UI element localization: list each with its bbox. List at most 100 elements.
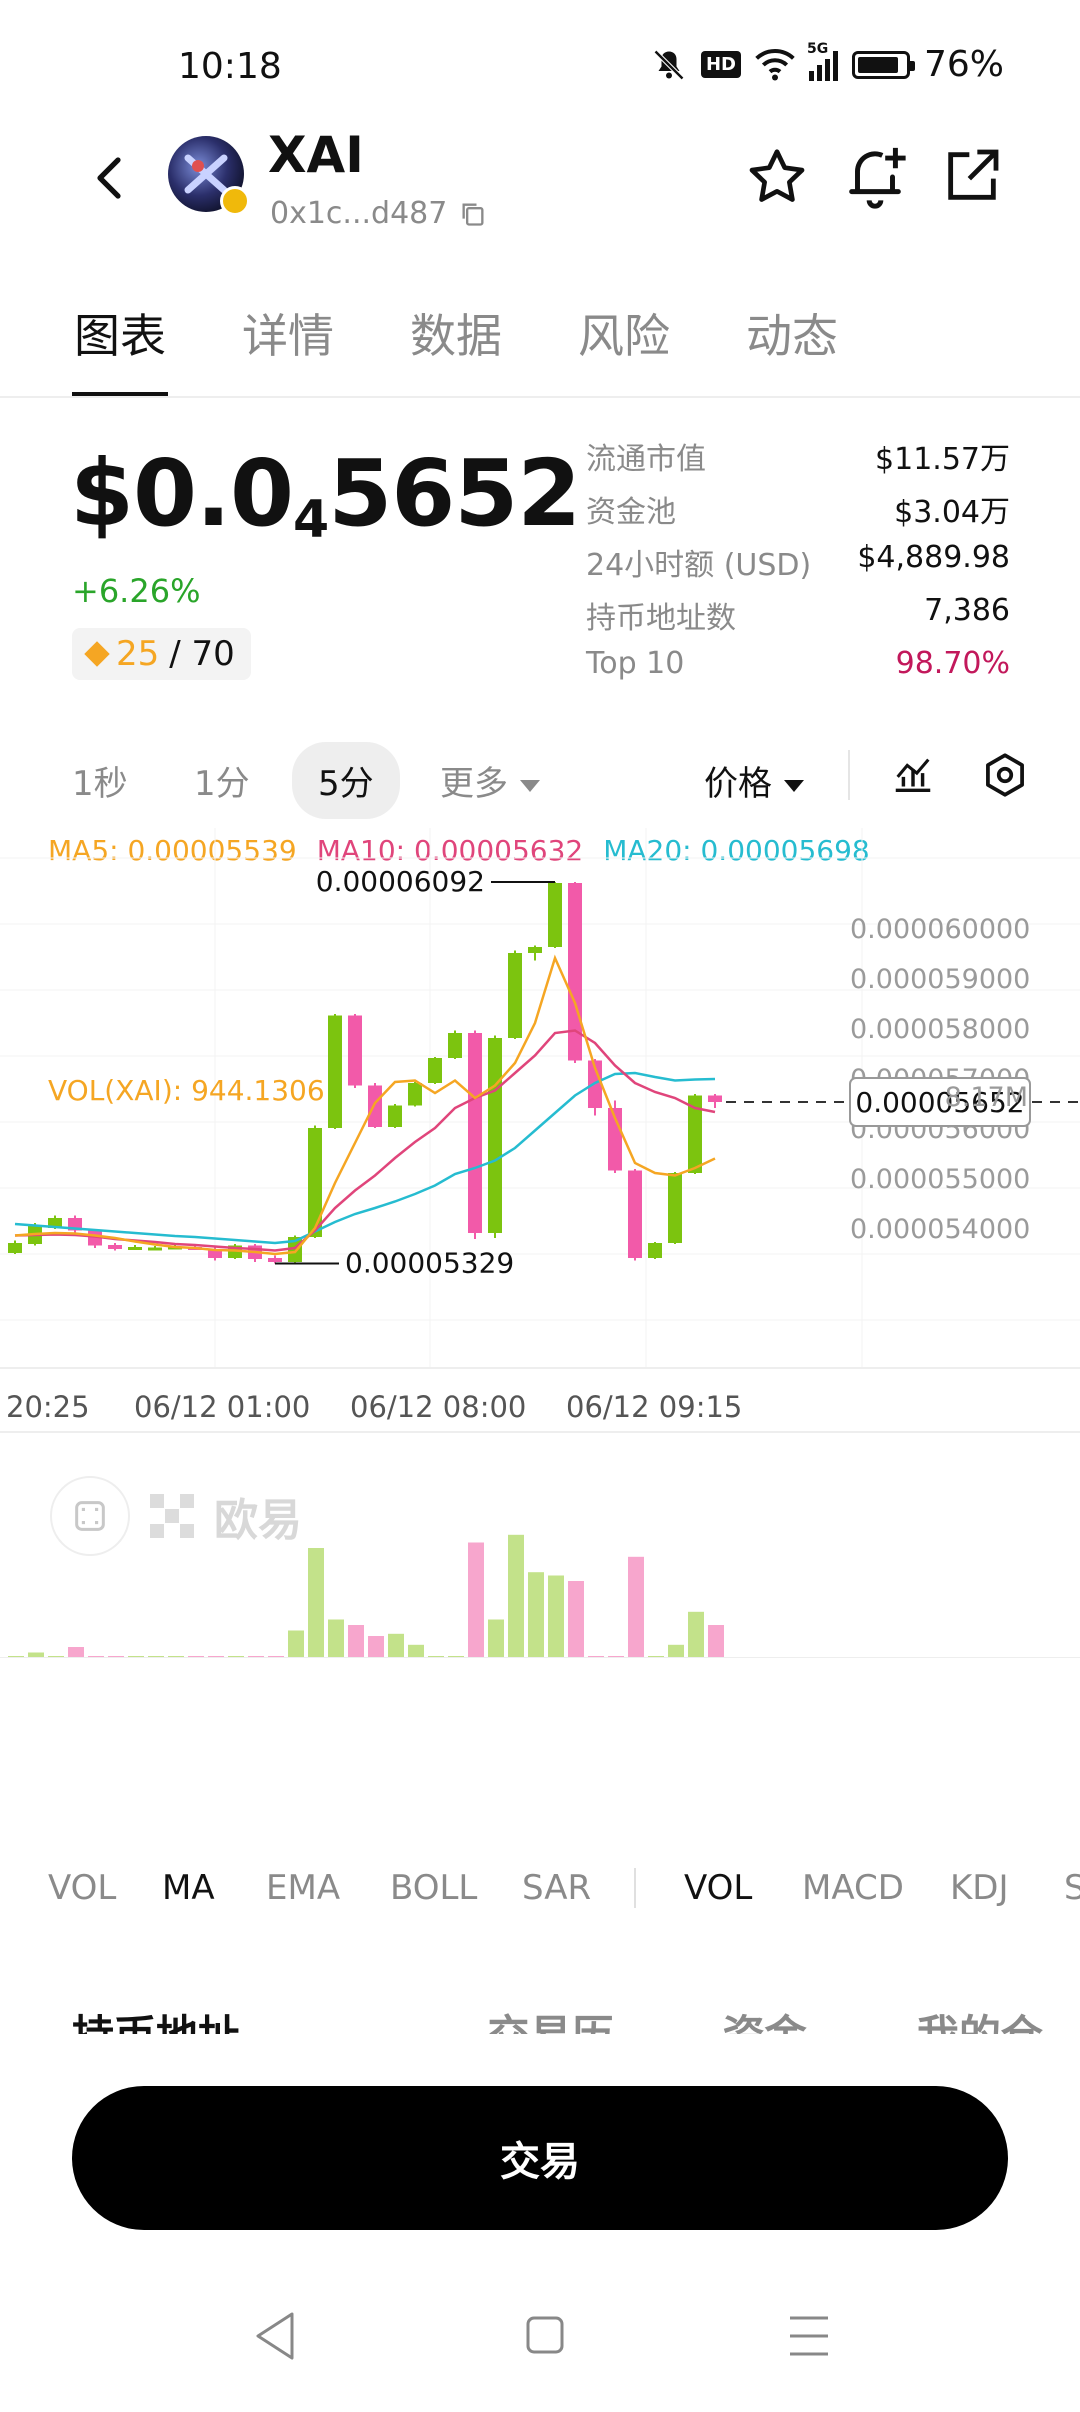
stat-label: 持币地址数 <box>586 601 736 636</box>
score-diamond-icon <box>84 641 110 667</box>
volume-bar <box>708 1625 724 1658</box>
volume-bar <box>548 1575 564 1658</box>
x-tick-label: 06/12 08:00 <box>350 1390 526 1424</box>
indicator-kdj[interactable]: KDJ <box>950 1868 1009 1908</box>
indicator-boll[interactable]: BOLL <box>390 1868 477 1908</box>
candle-body <box>508 953 522 1038</box>
system-nav-bar <box>256 2312 828 2360</box>
signal-icon: 5G <box>807 41 838 81</box>
bell-plus-icon[interactable] <box>840 142 910 212</box>
settings-hexagon-icon[interactable] <box>980 750 1030 800</box>
price-select[interactable]: 价格 <box>704 756 804 805</box>
fullscreen-button[interactable] <box>50 1476 130 1556</box>
candle-body <box>628 1170 642 1258</box>
watermark-text: 欧易 <box>214 1495 302 1546</box>
interval-more[interactable]: 更多 <box>440 756 540 805</box>
star-icon[interactable] <box>744 144 810 210</box>
indicator-ema[interactable]: EMA <box>266 1868 340 1908</box>
watermark: 欧易 <box>50 1476 302 1556</box>
vol-label: VOL(XAI): 944.1306 <box>48 1074 325 1107</box>
tab-risk[interactable]: 风险 <box>578 300 746 366</box>
candle-body <box>668 1173 682 1243</box>
stat-row: 持币地址数 7,386 <box>586 593 1010 646</box>
volume-bar <box>508 1534 524 1658</box>
nav-home-icon[interactable] <box>526 2316 564 2354</box>
tab-activity[interactable]: 动态 <box>746 300 914 366</box>
indicator-divider <box>634 1868 636 1908</box>
battery-percent: 76% <box>923 44 1004 85</box>
price-zero-count: 4 <box>293 490 329 550</box>
interval-1s[interactable]: 1秒 <box>72 756 128 805</box>
tab-liquidity-pool[interactable]: 资金池 <box>723 2006 845 2034</box>
low-price-label: 0.00005329 <box>345 1247 514 1280</box>
mute-bell-icon <box>653 49 685 80</box>
price-change: +6.26% <box>72 572 201 610</box>
tab-trade-history[interactable]: 交易历史 <box>488 2006 651 2034</box>
interval-1m[interactable]: 1分 <box>194 756 250 805</box>
candle-body <box>328 1015 342 1128</box>
candle-body <box>368 1085 382 1127</box>
indicator-more[interactable]: S <box>1064 1868 1080 1908</box>
copy-icon[interactable] <box>459 200 487 228</box>
coin-address[interactable]: 0x1c...d487 <box>270 196 487 231</box>
share-icon[interactable] <box>940 144 1004 208</box>
indicator-vol[interactable]: VOL <box>48 1868 116 1908</box>
tab-details[interactable]: 详情 <box>242 300 410 366</box>
volume-bar <box>668 1644 684 1658</box>
candle-body <box>308 1128 322 1237</box>
stats-panel: 流通市值 $11.57万 资金池 $3.04万 24小时额 (USD) $4,889.… <box>586 434 1010 699</box>
y-tick-label: 0.000054000 <box>850 1214 1030 1245</box>
score-value: 25 <box>116 634 160 674</box>
price-select-label: 价格 <box>704 764 772 804</box>
more-label: 更多 <box>440 764 508 804</box>
bottom-tabs: 持币地址 (7,386) 交易历史 资金池 我的仓位 <box>72 2006 1080 2034</box>
current-price: $0.045652 <box>70 440 581 550</box>
stat-row: 24小时额 (USD) $4,889.98 <box>586 540 1010 593</box>
tab-data[interactable]: 数据 <box>410 300 578 366</box>
candle-body <box>208 1250 222 1258</box>
volume-bar <box>388 1633 404 1658</box>
x-tick-label: 06/12 09:15 <box>566 1390 742 1424</box>
indicator-sar[interactable]: SAR <box>522 1868 591 1908</box>
volume-bar <box>688 1611 704 1658</box>
tab-holders[interactable]: 持币地址 (7,386) <box>72 2006 416 2034</box>
stat-row: Top 10 98.70% <box>586 646 1010 699</box>
nav-menu-icon[interactable] <box>790 2316 828 2356</box>
chain-badge-icon <box>220 186 250 216</box>
tabs-divider <box>0 396 1080 398</box>
safety-score[interactable]: 25 / 70 <box>72 628 251 680</box>
y-tick-label: 0.000058000 <box>850 1014 1030 1045</box>
nav-back-icon[interactable] <box>256 2312 294 2360</box>
indicator-macd[interactable]: MACD <box>802 1868 904 1908</box>
volume-bar <box>628 1556 644 1658</box>
y-tick-label: 0.000055000 <box>850 1164 1030 1195</box>
volume-bar <box>408 1644 424 1658</box>
volume-bar <box>308 1548 324 1658</box>
volume-bar <box>568 1581 584 1658</box>
tab-my-position[interactable]: 我的仓位 <box>917 2006 1080 2034</box>
candle-body <box>428 1058 442 1083</box>
high-price-label: 0.00006092 <box>316 865 485 898</box>
toolbar-divider <box>848 750 850 800</box>
trade-button[interactable]: 交易 <box>72 2086 1008 2230</box>
candle-body <box>108 1245 122 1249</box>
candle-body <box>648 1243 662 1258</box>
status-icons: HD 5G 76% <box>651 41 1004 85</box>
volume-bar <box>468 1542 484 1658</box>
x-tick-label: 06/12 01:00 <box>134 1390 310 1424</box>
stat-row: 资金池 $3.04万 <box>586 487 1010 540</box>
indicator-sub-vol[interactable]: VOL <box>684 1868 752 1908</box>
hd-icon: HD <box>700 51 741 78</box>
indicator-icon[interactable] <box>890 752 936 798</box>
indicator-ma[interactable]: MA <box>162 1868 215 1908</box>
candle-body <box>348 1015 362 1086</box>
back-arrow-icon[interactable] <box>90 154 130 202</box>
volume-bar <box>488 1619 504 1658</box>
tab-chart[interactable]: 图表 <box>74 300 242 366</box>
candle-body <box>448 1033 462 1058</box>
network-label: 5G <box>806 40 829 57</box>
interval-5m[interactable]: 5分 <box>292 742 400 819</box>
volume-bar <box>328 1619 344 1658</box>
candle-body <box>268 1258 282 1262</box>
stat-label: 流通市值 <box>586 442 706 477</box>
